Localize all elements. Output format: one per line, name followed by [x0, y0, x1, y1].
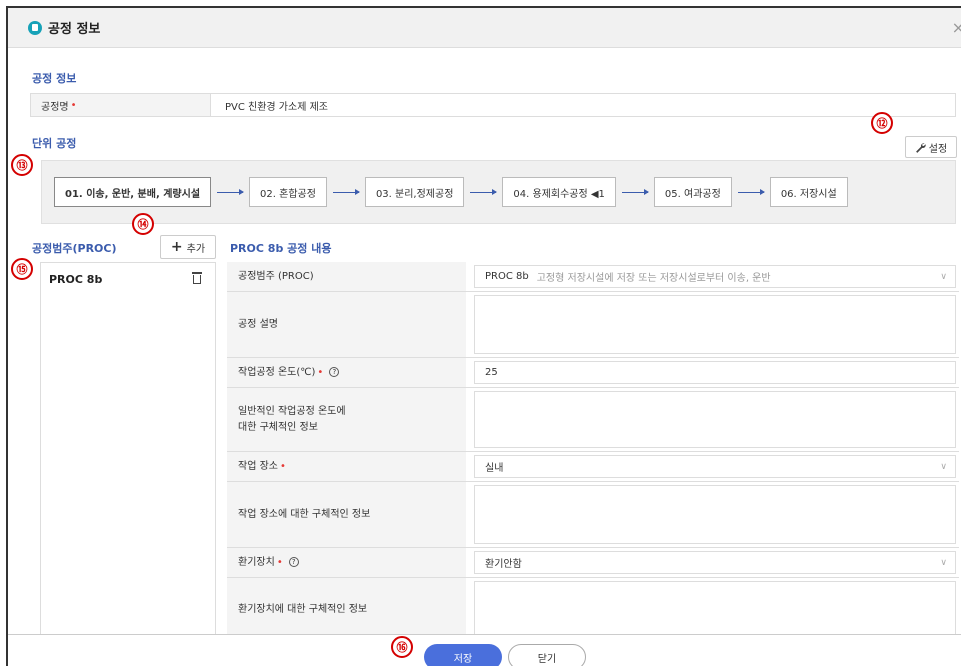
ventilation-detail-textarea[interactable] [474, 581, 956, 639]
process-name-field[interactable]: PVC 친환경 가소제 제조 [211, 94, 955, 116]
ventilation-label: 환기장치 [238, 556, 275, 568]
proc-category-section-title: 공정범주(PROC) [32, 242, 117, 255]
ventilation-detail-label: 환기장치에 대한 구체적인 정보 [227, 578, 466, 642]
proc-detail-section-title: PROC 8b 공정 내용 [230, 242, 332, 255]
callout-12: ⑫ [871, 112, 893, 134]
callout-15: ⑮ [11, 258, 33, 280]
unit-step-1[interactable]: 01. 이송, 운반, 분배, 계량시설 [54, 177, 212, 207]
unit-process-section-title: 단위 공정 [32, 137, 77, 150]
unit-step-2[interactable]: 02. 혼합공정 [249, 177, 327, 207]
temperature-detail-label: 일반적인 작업공정 온도에 대한 구체적인 정보 [227, 388, 466, 451]
work-place-select[interactable]: 실내 [474, 455, 956, 478]
flow-arrow-icon [737, 188, 765, 195]
work-place-row: 작업 장소 • 실내 [227, 452, 959, 482]
dialog-title: 공정 정보 [48, 22, 101, 37]
callout-13: ⑬ [11, 154, 33, 176]
unit-step-5[interactable]: 05. 여과공정 [653, 177, 732, 207]
description-label: 공정 설명 [227, 292, 466, 357]
proc-detail-form: 공정범주 (PROC) PROC 8b 고정형 저장시설에 저장 또는 저장시설… [227, 262, 959, 642]
flow-arrow-icon [470, 188, 498, 195]
close-icon[interactable]: × [952, 18, 961, 37]
unit-process-flow: 01. 이송, 운반, 분배, 계량시설 02. 혼합공정 03. 분리,정제공… [41, 160, 956, 224]
required-mark: • [70, 99, 77, 111]
unit-step-4[interactable]: 04. 용제회수공정 ◀1 [502, 177, 616, 207]
help-icon[interactable]: ? [329, 366, 340, 377]
ventilation-detail-row: 환기장치에 대한 구체적인 정보 [227, 578, 959, 642]
temperature-detail-row: 일반적인 작업공정 온도에 대한 구체적인 정보 [227, 388, 959, 452]
required-mark: • [279, 460, 286, 472]
document-icon [28, 20, 42, 35]
required-mark: • [317, 366, 324, 378]
process-name-row: 공정명 • PVC 친환경 가소제 제조 [30, 93, 956, 117]
proc-description: 고정형 저장시설에 저장 또는 저장시설로부터 이송, 운반 [536, 273, 771, 284]
flow-arrow-icon [621, 188, 649, 195]
trash-icon[interactable] [192, 272, 202, 284]
callout-14: ⑭ [132, 213, 154, 235]
help-icon[interactable]: ? [288, 556, 299, 567]
proc-select[interactable]: PROC 8b 고정형 저장시설에 저장 또는 저장시설로부터 이송, 운반 [474, 265, 956, 288]
proc-row: 공정범주 (PROC) PROC 8b 고정형 저장시설에 저장 또는 저장시설… [227, 262, 959, 292]
plus-icon: + [170, 239, 183, 255]
work-place-detail-label: 작업 장소에 대한 구체적인 정보 [227, 482, 466, 547]
dialog-titlebar: 공정 정보 × [8, 8, 961, 48]
process-info-dialog: 공정 정보 × 공정 정보 공정명• PVC 친환경 가소제 제조 단위 공정 … [6, 6, 961, 666]
proc-list-item[interactable]: PROC 8b [49, 273, 102, 286]
temperature-input[interactable]: 25 [474, 361, 956, 384]
process-info-section-title: 공정 정보 [32, 72, 77, 85]
ventilation-row: 환기장치 •? 환기안함 [227, 548, 959, 578]
temperature-row: 작업공정 온도(℃) •? 25 [227, 358, 959, 388]
temperature-label: 작업공정 온도(℃) [238, 366, 316, 378]
ventilation-select[interactable]: 환기안함 [474, 551, 956, 574]
flow-arrow-icon [332, 188, 360, 195]
work-place-label: 작업 장소 [238, 460, 278, 472]
add-proc-button[interactable]: + 추가 [160, 235, 216, 259]
work-place-detail-textarea[interactable] [474, 485, 956, 544]
proc-list: PROC 8b [40, 262, 216, 642]
proc-label: 공정범주 (PROC) [227, 262, 466, 291]
dialog-footer: 저장 닫기 [8, 634, 961, 666]
unit-step-3[interactable]: 03. 분리,정제공정 [364, 177, 465, 207]
save-button[interactable]: 저장 [424, 644, 502, 666]
required-mark: • [276, 556, 283, 568]
close-button[interactable]: 닫기 [508, 644, 586, 666]
process-name-label: 공정명 • [31, 94, 211, 116]
settings-button[interactable]: 설정 [905, 136, 957, 158]
work-place-detail-row: 작업 장소에 대한 구체적인 정보 [227, 482, 959, 548]
wrench-icon [915, 142, 926, 153]
temperature-detail-textarea[interactable] [474, 391, 956, 448]
callout-16: ⑯ [391, 636, 413, 658]
flow-arrow-icon [217, 188, 245, 195]
description-row: 공정 설명 [227, 292, 959, 358]
unit-step-6[interactable]: 06. 저장시설 [769, 177, 848, 207]
description-textarea[interactable] [474, 295, 956, 354]
